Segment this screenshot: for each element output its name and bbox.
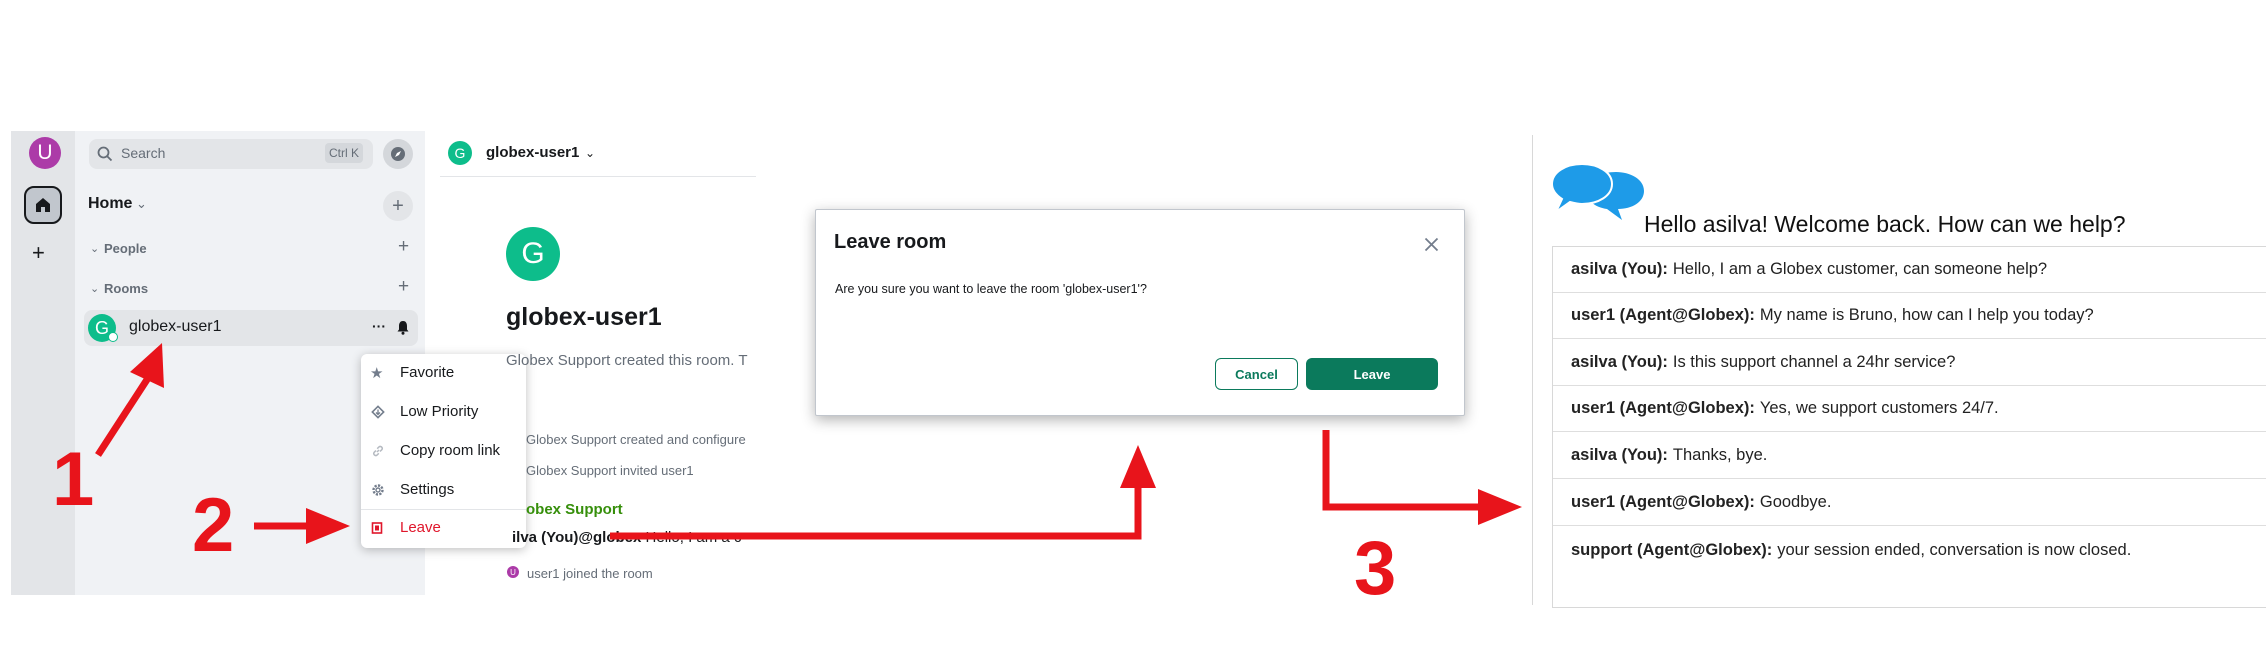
step2-label: 2 bbox=[192, 483, 235, 568]
annotation-arrows bbox=[95, 343, 1522, 544]
step3-label: 3 bbox=[1354, 526, 1397, 611]
leave-to-dialog-arrowhead bbox=[1120, 445, 1156, 488]
step1-label: 1 bbox=[52, 437, 95, 522]
leave-to-dialog-arrow bbox=[610, 484, 1142, 540]
step1-arrow bbox=[95, 373, 153, 457]
step3-arrowhead bbox=[1478, 489, 1522, 525]
step2-arrowhead bbox=[306, 508, 350, 544]
step3-arrow bbox=[1322, 430, 1478, 511]
